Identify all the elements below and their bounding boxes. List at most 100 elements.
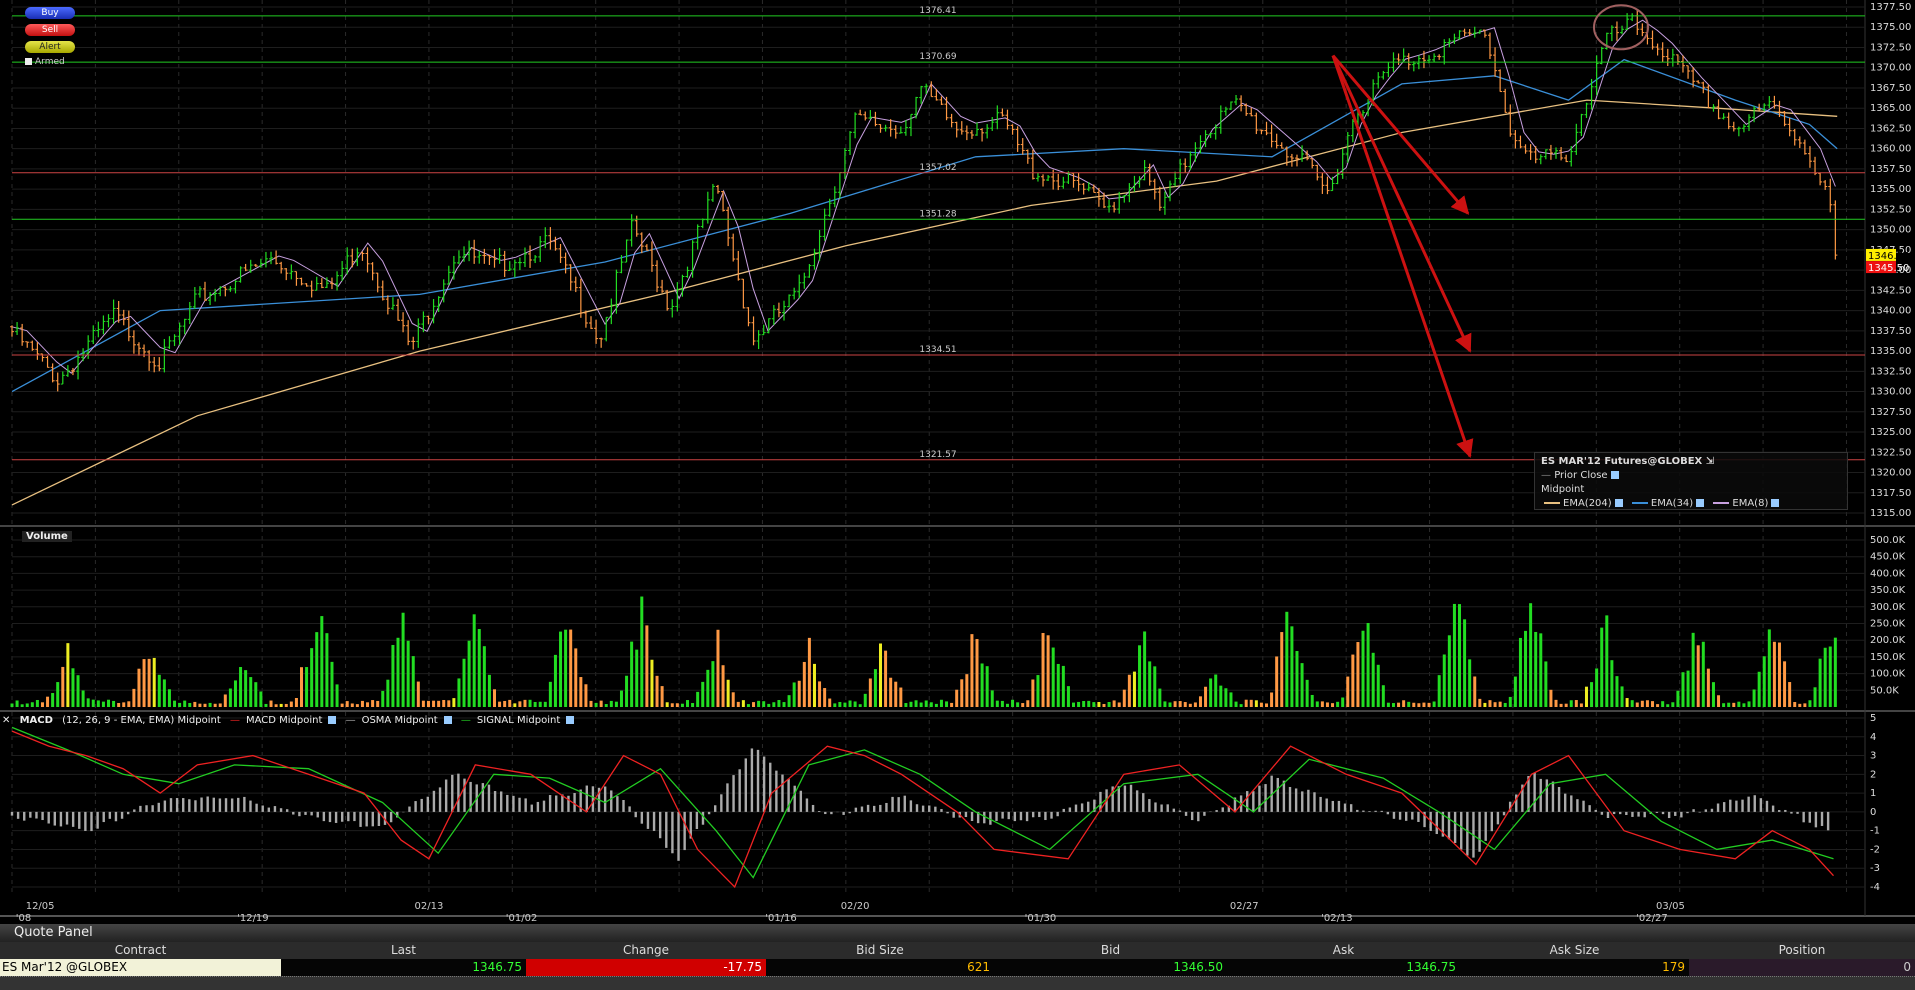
volume-bar [823, 688, 827, 707]
osma-bar [1080, 803, 1084, 812]
checkbox-icon[interactable] [25, 58, 32, 65]
volume-bar [1564, 703, 1568, 707]
osma-bar [946, 811, 949, 814]
col-bid-size[interactable]: Bid Size [766, 942, 994, 959]
volume-bar [1158, 688, 1162, 707]
volume-bar [81, 690, 85, 707]
osma-bar [1747, 796, 1750, 812]
volume-bar [122, 702, 126, 707]
osma-bar [1331, 800, 1335, 812]
volume-bar [462, 658, 466, 707]
checkbox-icon[interactable] [1610, 471, 1619, 479]
osma-bar [1142, 793, 1145, 812]
volume-bar [528, 699, 532, 707]
volume-bar [1397, 702, 1401, 707]
osma-bar [1252, 791, 1255, 812]
pin-icon[interactable]: ⇲ [1706, 456, 1714, 467]
volume-bar [508, 699, 512, 707]
volume-bar [818, 681, 822, 707]
col-change[interactable]: Change [526, 942, 766, 959]
quote-row[interactable]: ES Mar'12 @GLOBEX 1346.75 -17.75 621 134… [0, 959, 1915, 976]
volume-bar [1651, 701, 1655, 707]
armed-checkbox[interactable]: Armed [25, 57, 65, 67]
osma-bar [1478, 811, 1481, 852]
volume-bar [1666, 704, 1670, 707]
osma-bar [90, 811, 93, 832]
volume-bar [1752, 689, 1756, 707]
volume-bar [950, 702, 954, 707]
volume-bar [1610, 660, 1614, 707]
volume-bar [1534, 631, 1538, 707]
volume-tick-label: 400.0K [1870, 568, 1906, 579]
volume-bar [208, 702, 212, 707]
volume-bar [503, 700, 507, 707]
volume-bar [1696, 645, 1700, 707]
col-contract[interactable]: Contract [0, 942, 281, 959]
volume-bar [1767, 629, 1771, 707]
osma-bar [1643, 811, 1646, 818]
col-bid[interactable]: Bid [994, 942, 1227, 959]
volume-bar [630, 641, 634, 707]
volume-bar [1011, 699, 1015, 707]
osma-bar [769, 762, 772, 812]
volume-bar [1407, 701, 1411, 707]
osma-bar [1722, 802, 1726, 812]
volume-bar [142, 659, 146, 707]
close-icon[interactable]: ✕ [2, 715, 10, 726]
volume-bar [1239, 704, 1243, 707]
armed-label: Armed [35, 57, 65, 67]
osma-bar [573, 792, 576, 812]
volume-bar [10, 703, 14, 707]
volume-bar [990, 690, 994, 707]
osma-bar [1001, 811, 1004, 819]
checkbox-icon[interactable] [1696, 499, 1705, 507]
col-ask-size[interactable]: Ask Size [1460, 942, 1689, 959]
sell-button[interactable]: Sell [25, 24, 75, 36]
checkbox-icon[interactable] [1771, 499, 1780, 507]
volume-bar [675, 703, 679, 707]
osma-bar [1735, 800, 1738, 812]
volume-tick-label: 200.0K [1870, 635, 1906, 646]
volume-bar [533, 701, 537, 707]
volume-bar [1234, 701, 1238, 707]
osma-bar [1631, 811, 1634, 817]
checkbox-icon[interactable] [1614, 499, 1623, 507]
volume-bar [66, 643, 70, 707]
osma-bar [169, 798, 173, 812]
volume-bar [1183, 702, 1187, 707]
checkbox-icon[interactable] [566, 716, 575, 724]
osma-bar [1619, 811, 1622, 815]
volume-bar [350, 703, 354, 707]
volume-bar [1386, 702, 1390, 707]
volume-bar [1056, 663, 1060, 707]
quote-contract[interactable]: ES Mar'12 @GLOBEX [0, 959, 281, 976]
volume-bar [107, 699, 111, 707]
volume-bar [1072, 702, 1076, 707]
volume-bar [1178, 701, 1182, 707]
volume-bar [167, 689, 171, 707]
price-tick-label: 1362.50 [1870, 123, 1911, 134]
osma-bar [1135, 790, 1139, 812]
price-tick-label: 1370.00 [1870, 63, 1911, 74]
checkbox-icon[interactable] [328, 716, 337, 724]
col-last[interactable]: Last [281, 942, 526, 959]
quote-ask-size: 179 [1460, 959, 1689, 976]
volume-bar [1112, 700, 1116, 707]
osma-bar [1160, 804, 1163, 812]
osma-bar [677, 811, 680, 861]
osma-bar [1808, 811, 1811, 823]
col-position[interactable]: Position [1689, 942, 1915, 959]
checkbox-icon[interactable] [443, 716, 452, 724]
alert-button[interactable]: Alert [25, 41, 75, 53]
osma-bar [29, 811, 32, 818]
buy-button[interactable]: Buy [25, 7, 75, 19]
osma-bar [1398, 811, 1402, 820]
osma-bar [1704, 809, 1708, 812]
volume-tick-label: 50.0K [1870, 685, 1899, 696]
volume-bar [914, 700, 918, 707]
col-ask[interactable]: Ask [1227, 942, 1460, 959]
volume-bar [579, 677, 583, 707]
volume-bar [1148, 661, 1152, 707]
volume-bar [1798, 703, 1802, 707]
volume-bar [843, 702, 847, 707]
